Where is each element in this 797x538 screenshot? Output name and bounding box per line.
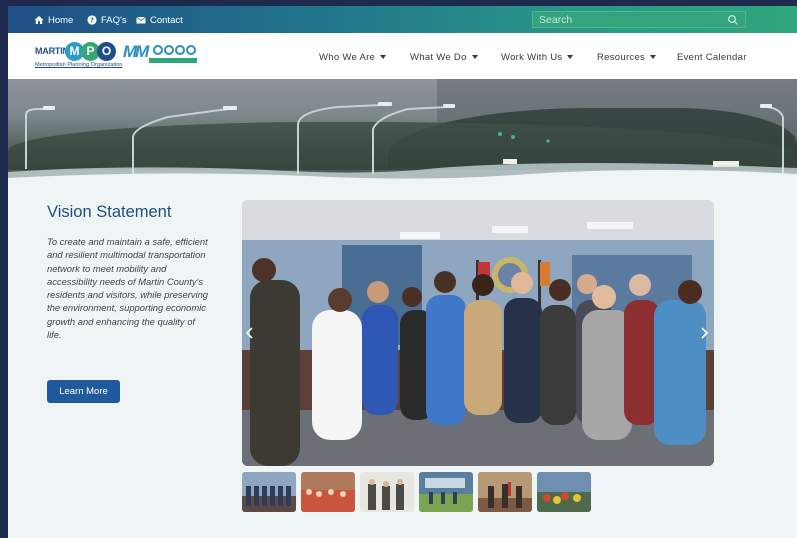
search-box <box>532 11 746 28</box>
slideshow-photo[interactable] <box>242 200 714 466</box>
nav-resources-label: Resources <box>597 51 646 63</box>
faqs-link[interactable]: ? FAQ's <box>87 13 127 27</box>
gallery-thumbnail[interactable] <box>419 472 473 512</box>
logo-mpo-word: MARTIN <box>35 46 69 56</box>
faqs-link-label: FAQ's <box>101 14 127 26</box>
nav-what-we-do[interactable]: What We Do <box>410 50 478 64</box>
logo-mm-word: MM <box>123 42 149 61</box>
slider-next-arrow-icon[interactable] <box>698 326 710 340</box>
nav-who-we-are[interactable]: Who We Are <box>319 50 387 64</box>
home-link[interactable]: Home <box>34 13 73 27</box>
hero-banner <box>8 79 797 184</box>
caret-down-icon <box>567 55 574 59</box>
nav-what-we-do-label: What We Do <box>410 51 467 63</box>
envelope-icon <box>136 16 146 24</box>
home-icon <box>34 16 44 24</box>
svg-text:?: ? <box>90 16 94 24</box>
nav-work-with-us-label: Work With Us <box>501 51 563 63</box>
utility-bar: Home ? FAQ's Contact <box>8 6 797 33</box>
caret-down-icon <box>650 55 657 59</box>
learn-more-button[interactable]: Learn More <box>47 380 120 403</box>
logo-letter-o: O <box>97 42 116 61</box>
gallery-thumbnail[interactable] <box>360 472 414 512</box>
contact-link[interactable]: Contact <box>136 13 183 27</box>
vision-statement-text: To create and maintain a safe, efficient… <box>47 236 209 341</box>
contact-link-label: Contact <box>150 14 183 26</box>
nav-event-calendar[interactable]: Event Calendar <box>677 50 747 64</box>
home-link-label: Home <box>48 14 74 26</box>
caret-down-icon <box>471 55 478 59</box>
site-header: MARTIN M P O Metropolitan Planning Organ… <box>8 33 797 79</box>
logo-mm-tagline-bar <box>149 58 197 63</box>
search-input[interactable] <box>539 13 719 26</box>
question-circle-icon: ? <box>87 15 97 25</box>
nav-resources[interactable]: Resources <box>597 50 657 64</box>
gallery-thumbnail[interactable] <box>301 472 355 512</box>
gallery-thumbnail[interactable] <box>478 472 532 512</box>
search-icon[interactable] <box>727 14 739 26</box>
logo-mm-bubbles <box>153 45 196 55</box>
martin-moves-logo[interactable]: MM <box>123 42 199 68</box>
martin-mpo-logo[interactable]: MARTIN M P O Metropolitan Planning Organ… <box>35 42 122 70</box>
slider-prev-arrow-icon[interactable] <box>244 326 256 340</box>
nav-who-we-are-label: Who We Are <box>319 51 376 63</box>
page: Home ? FAQ's Contact MARTIN M P O Metrop… <box>8 6 797 538</box>
vision-statement-title: Vision Statement <box>47 203 172 221</box>
gallery-thumbnail[interactable] <box>537 472 591 512</box>
logo-mpo-subtitle: Metropolitan Planning Organization <box>35 62 123 68</box>
nav-event-calendar-label: Event Calendar <box>677 51 747 63</box>
gallery-thumbnail[interactable] <box>242 472 296 512</box>
hero-wave-divider <box>8 163 797 184</box>
gallery-thumbnails <box>242 472 591 512</box>
caret-down-icon <box>380 55 387 59</box>
nav-work-with-us[interactable]: Work With Us <box>501 50 574 64</box>
